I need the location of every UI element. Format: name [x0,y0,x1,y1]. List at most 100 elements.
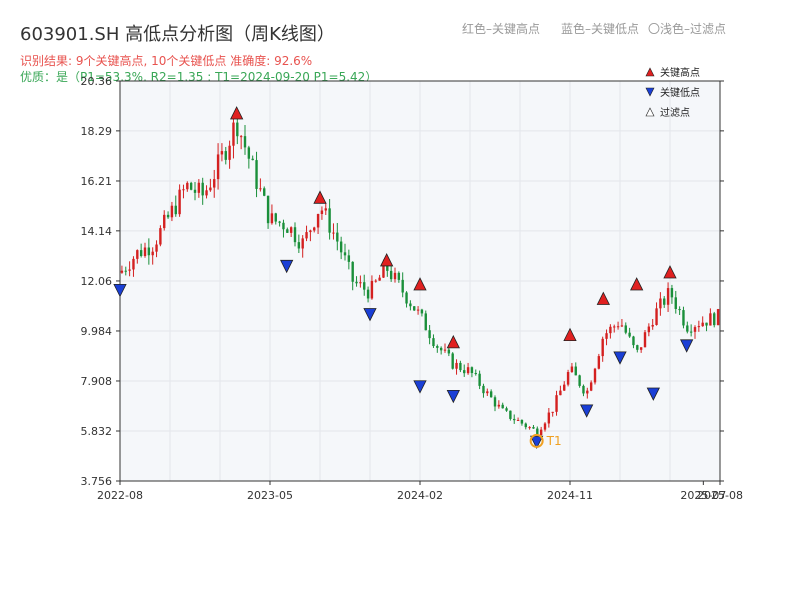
candle-body [416,309,420,311]
y-tick-label: 7.908 [81,375,113,388]
candle-body [663,298,666,305]
candle-body [278,221,281,223]
candle-body [693,327,697,332]
candle-body [197,182,201,193]
candle-body [236,122,239,137]
candle-body [532,427,535,429]
candle-body [574,366,577,376]
candle-body [320,210,324,215]
candle-body [313,227,316,231]
candle-body [628,332,631,337]
candle-body [282,222,285,230]
candle-body [124,270,127,272]
candle-body [228,145,231,160]
candle-body [686,325,689,332]
candle-body [486,391,489,394]
candle-body [336,232,339,242]
candle-body [474,373,477,375]
candle-body [624,325,627,333]
candle-body [678,309,681,311]
y-tick-label: 20.36 [81,75,113,88]
candle-body [463,370,466,374]
candle-body [120,270,124,273]
candle-body [432,338,435,347]
candle-body [155,244,158,252]
candle-body [366,289,370,299]
candle-body [143,247,147,256]
candle-body [513,418,516,421]
candle-body [189,182,193,190]
candle-body [524,423,527,428]
candle-body [478,373,481,386]
candle-body [451,353,454,369]
candle-body [193,189,197,193]
candle-body [205,190,208,196]
legend-filter-text: 过滤点 [660,106,690,119]
candle-body [597,356,601,369]
candle-body [405,292,408,304]
candle-body [482,385,485,394]
candle-body [651,324,654,327]
x-tick-label: 2023-05 [247,489,293,502]
candle-body [347,255,351,262]
candle-body [497,404,501,407]
y-tick-label: 12.06 [81,275,113,288]
candle-body [586,390,589,394]
candle-body [259,188,262,190]
candle-body [470,367,474,374]
candle-body [309,230,312,233]
candle-body [286,229,289,233]
candle-body [139,250,143,256]
candle-body [301,238,304,249]
candle-body [170,205,174,218]
candle-body [363,282,366,290]
candle-body [447,349,451,354]
candle-body [255,160,258,189]
candle-body [643,332,647,348]
candle-body [247,147,251,159]
candle-body [636,345,639,350]
candle-body [374,280,377,282]
candle-body [709,313,712,326]
candle-body [413,306,416,311]
legend-high-text: 关键高点 [660,66,700,79]
candle-body [147,247,151,256]
candle-body [216,154,220,180]
candle-body [620,325,624,327]
candle-body [224,151,227,160]
candle-body [351,261,354,282]
candle-body [551,411,554,413]
legend-low-text: 关键低点 [660,86,700,99]
candle-body [359,282,362,284]
candle-body [509,410,512,419]
candle-body [666,288,670,305]
candle-body [370,280,374,299]
candle-body [436,346,439,348]
candle-body [393,272,397,280]
candle-body [209,187,212,191]
candle-body [401,279,404,293]
candle-body [293,227,297,243]
candle-body [332,232,335,234]
x-tick-label: 2025-08 [697,489,743,502]
y-tick-label: 14.14 [81,225,113,238]
candle-body [547,412,551,424]
x-tick-label: 2024-02 [397,489,443,502]
candle-body [647,326,651,333]
candle-body [136,250,139,259]
candle-body [505,408,508,411]
candle-body [613,326,616,328]
candle-body [266,195,270,224]
candle-body [409,303,412,307]
candle-body [697,326,701,328]
y-tick-label: 9.984 [81,325,113,338]
candle-body [543,423,547,430]
candle-body [174,205,177,215]
candle-body [251,158,254,161]
candle-body [578,375,581,386]
candle-body [566,372,570,385]
candle-body [609,326,612,334]
candle-body [232,122,235,146]
candle-body [316,214,320,228]
candle-body [713,313,716,326]
